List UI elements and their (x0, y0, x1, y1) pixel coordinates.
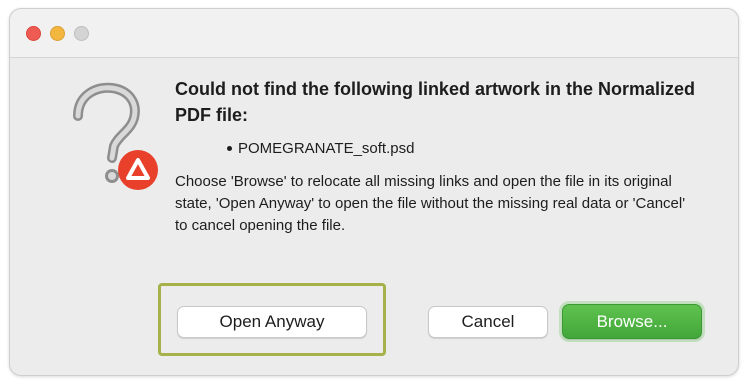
dialog-heading: Could not find the following linked artw… (175, 79, 695, 125)
dialog-body-text: Choose 'Browse' to relocate all missing … (175, 173, 686, 234)
zoom-window-button (74, 26, 89, 41)
title-bar (10, 9, 738, 58)
missing-file-item: POMEGRANATE_soft.psd (227, 140, 715, 157)
missing-file-name: POMEGRANATE_soft.psd (238, 140, 415, 157)
adobe-warning-badge-icon (118, 150, 158, 190)
open-anyway-button[interactable]: Open Anyway (177, 306, 367, 338)
browse-button[interactable]: Browse... (559, 301, 705, 342)
minimize-window-button[interactable] (50, 26, 65, 41)
close-window-button[interactable] (26, 26, 41, 41)
dialog-message: Could not find the following linked artw… (175, 76, 715, 237)
cancel-button[interactable]: Cancel (428, 306, 548, 338)
bullet (227, 146, 232, 151)
